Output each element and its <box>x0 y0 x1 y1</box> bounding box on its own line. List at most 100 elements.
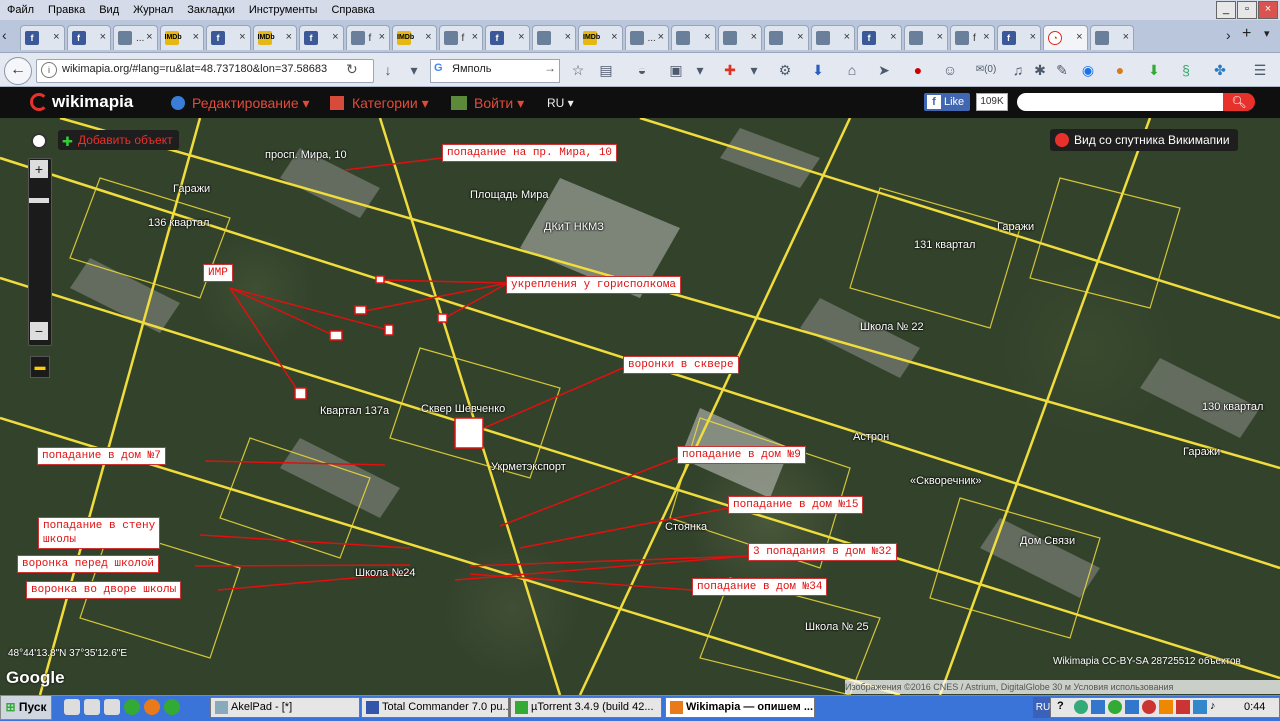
info-icon[interactable]: i <box>41 62 57 78</box>
map-label[interactable]: ДКиТ НКМЗ <box>544 221 604 233</box>
save-icon[interactable]: ▣ <box>666 60 686 80</box>
adblock-icon[interactable]: ● <box>908 60 928 80</box>
browser-tab[interactable]: ... × <box>113 25 158 50</box>
download-arrow-icon[interactable]: ⬇ <box>808 60 828 80</box>
browser-tab[interactable]: f × <box>485 25 530 50</box>
minimize-button[interactable]: _ <box>1216 1 1236 19</box>
facebook-like-button[interactable]: f Like <box>924 93 970 111</box>
map-label[interactable]: Школа № 22 <box>860 321 924 333</box>
map-label[interactable]: Школа №24 <box>355 567 416 579</box>
tab-close-icon[interactable]: × <box>332 31 338 43</box>
locate-icon[interactable] <box>31 133 47 149</box>
addon-icon-4[interactable]: ⬇ <box>1144 60 1164 80</box>
map-label[interactable]: 131 квартал <box>914 239 975 251</box>
menu-item[interactable]: Справка <box>324 4 381 16</box>
tray-icon[interactable] <box>1176 700 1190 714</box>
download-icon[interactable]: ↓ <box>378 60 398 80</box>
map-label[interactable]: Укрметэкспорт <box>491 461 566 473</box>
wikimapia-search-button[interactable]: 🔍︎ <box>1223 93 1255 111</box>
tab-close-icon[interactable]: × <box>146 31 152 43</box>
ruler-icon[interactable]: ▬ <box>30 356 50 378</box>
bookmark-star-icon[interactable]: ☆ <box>568 60 588 80</box>
browser-tab[interactable]: f × <box>20 25 65 50</box>
map-label[interactable]: Квартал 137а <box>320 405 389 417</box>
menu-item[interactable]: Вид <box>92 4 126 16</box>
tab-close-icon[interactable]: × <box>890 31 896 43</box>
reload-icon[interactable]: ↻ <box>346 61 358 78</box>
addon-icon-6[interactable]: ✤ <box>1210 60 1230 80</box>
addon-icon-3[interactable]: ● <box>1110 60 1130 80</box>
browser-tab[interactable]: × <box>764 25 809 50</box>
browser-tab[interactable]: f × <box>66 25 111 50</box>
taskbar-button[interactable]: Total Commander 7.0 pu... <box>361 697 509 718</box>
tab-close-icon[interactable]: × <box>844 31 850 43</box>
dropdown-icon[interactable]: ▾ <box>404 60 424 80</box>
quicklaunch-icon[interactable] <box>164 699 180 715</box>
zoom-in-button[interactable]: + <box>30 160 48 178</box>
map-label[interactable]: Гаражи <box>997 221 1034 233</box>
browser-tab[interactable]: ◔ × <box>1043 25 1088 50</box>
tab-close-icon[interactable]: × <box>472 31 478 43</box>
tab-close-icon[interactable]: × <box>751 31 757 43</box>
tab-close-icon[interactable]: × <box>100 31 106 43</box>
map-label[interactable]: Школа № 25 <box>805 621 869 633</box>
tab-close-icon[interactable]: × <box>1030 31 1036 43</box>
start-button[interactable]: ⊞ Пуск <box>0 695 52 720</box>
menu-item[interactable]: Инструменты <box>242 4 325 16</box>
browser-tab[interactable]: × <box>1089 25 1134 50</box>
taskbar-button[interactable]: AkelPad - [*] <box>210 697 360 718</box>
tab-close-icon[interactable]: × <box>193 31 199 43</box>
quicklaunch-icon[interactable] <box>84 699 100 715</box>
tab-close-icon[interactable]: × <box>797 31 803 43</box>
menu-icon[interactable]: ☰ <box>1250 60 1270 80</box>
browser-tab[interactable]: × <box>810 25 855 50</box>
home-icon[interactable]: ⌂ <box>842 60 862 80</box>
help-icon[interactable]: ? <box>1057 700 1071 714</box>
addon-icon-1[interactable]: ⚙ <box>775 60 795 80</box>
wikimapia-logo[interactable]: wikimapia <box>30 92 133 112</box>
map-area[interactable]: просп. Мира, 10 Гаражи 136 квартал Площадь … <box>0 118 1280 695</box>
browser-tab[interactable]: ... × <box>624 25 669 50</box>
tab-list-icon[interactable]: ▾ <box>1264 27 1270 40</box>
zoom-out-button[interactable]: − <box>30 322 48 340</box>
tab-close-icon[interactable]: × <box>518 31 524 43</box>
map-label[interactable]: просп. Мира, 10 <box>265 149 347 161</box>
tab-scroll-right-icon[interactable]: › <box>1226 27 1231 43</box>
browser-tab[interactable]: f × <box>950 25 995 50</box>
map-label[interactable]: «Скворечник» <box>910 475 981 487</box>
browser-tab[interactable]: × <box>671 25 716 50</box>
browser-tab[interactable]: IMDb × <box>252 25 297 50</box>
zoom-slider[interactable] <box>28 158 52 346</box>
pocket-icon[interactable]: ◒ <box>632 60 652 80</box>
tab-close-icon[interactable]: × <box>1076 31 1082 43</box>
tab-close-icon[interactable]: × <box>53 31 59 43</box>
edit-menu[interactable]: Редактирование ▾ <box>192 95 310 112</box>
map-label[interactable]: 136 квартал <box>148 217 209 229</box>
mail-icon[interactable]: ✉(0) <box>966 60 1006 80</box>
taskbar-button[interactable]: Wikimapia — опишем ... <box>665 697 815 718</box>
browser-tab[interactable]: f × <box>206 25 251 50</box>
tray-icon[interactable] <box>1125 700 1139 714</box>
addon-icon-2[interactable]: ◉ <box>1078 60 1098 80</box>
zoom-handle[interactable] <box>29 198 49 203</box>
search-box[interactable] <box>430 59 560 83</box>
satellite-view-button[interactable]: Вид со спутника Викимапии <box>1050 129 1238 151</box>
new-tab-button[interactable]: + <box>1242 25 1251 43</box>
tab-close-icon[interactable]: × <box>1123 31 1129 43</box>
volume-icon[interactable]: ♪ <box>1210 700 1224 714</box>
tab-close-icon[interactable]: × <box>239 31 245 43</box>
quicklaunch-icon[interactable] <box>124 699 140 715</box>
tab-close-icon[interactable]: × <box>937 31 943 43</box>
tab-scroll-left-icon[interactable]: ‹ <box>2 27 7 43</box>
map-label[interactable]: 130 квартал <box>1202 401 1263 413</box>
tray-icon[interactable] <box>1193 700 1207 714</box>
map-label[interactable]: Дом Связи <box>1020 535 1075 547</box>
browser-tab[interactable]: IMDb × <box>392 25 437 50</box>
first-aid-icon[interactable]: ✚ <box>720 60 740 80</box>
browser-tab[interactable]: f × <box>996 25 1041 50</box>
tab-close-icon[interactable]: × <box>983 31 989 43</box>
menu-item[interactable]: Файл <box>0 4 41 16</box>
browser-tab[interactable]: × <box>531 25 576 50</box>
browser-tab[interactable]: × <box>717 25 762 50</box>
browser-tab[interactable]: × <box>903 25 948 50</box>
